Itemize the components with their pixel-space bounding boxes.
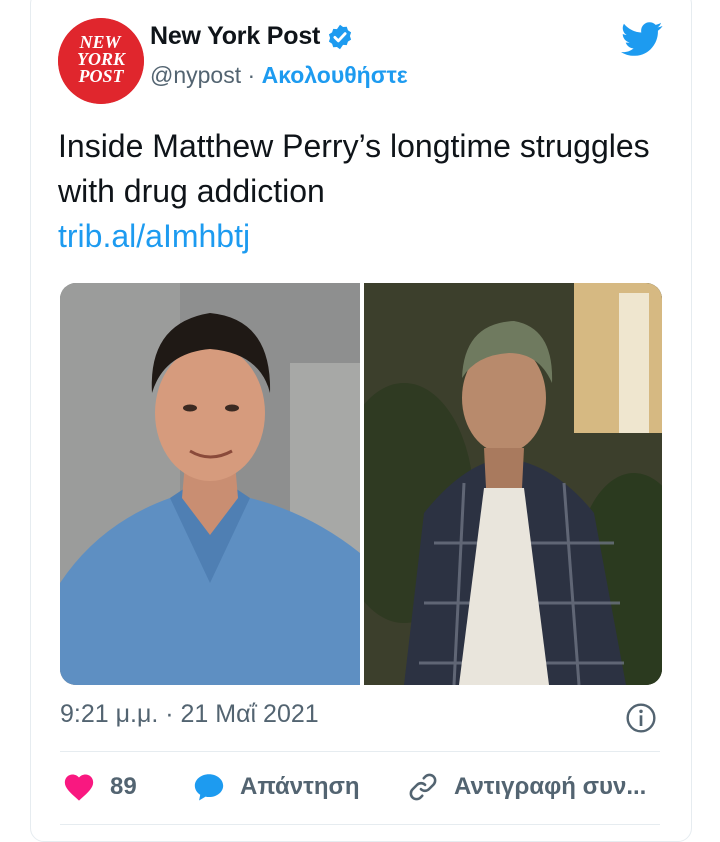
copy-link-label: Αντιγραφή συν... <box>454 773 647 800</box>
heart-icon <box>64 774 94 801</box>
reply-label: Απάντηση <box>240 773 360 800</box>
author-name[interactable]: New York Post <box>150 22 320 51</box>
photo-right[interactable] <box>364 283 662 685</box>
nypost-avatar[interactable]: NEW YORK POST <box>58 18 144 104</box>
tweet-actions: 89 Απάντηση Αντιγραφή συν... <box>60 770 680 810</box>
info-icon[interactable] <box>625 702 657 734</box>
tweet-body: Inside Matthew Perry’s longtime struggle… <box>58 128 650 209</box>
bottom-divider <box>60 824 660 825</box>
reply-button[interactable]: Απάντηση <box>192 770 360 804</box>
follow-link[interactable]: Ακολουθήστε <box>262 62 408 88</box>
tweet-media[interactable] <box>60 283 662 685</box>
handle-row: @nypost · Ακολουθήστε <box>150 62 408 89</box>
verified-badge-icon <box>329 24 352 49</box>
tweet-link[interactable]: trib.al/aImhbtj <box>58 214 658 259</box>
tweet-text: Inside Matthew Perry’s longtime struggle… <box>58 124 658 259</box>
author-handle[interactable]: @nypost <box>150 62 241 88</box>
reply-bubble-icon <box>194 774 224 801</box>
avatar-logo-line-3: POST <box>78 66 125 86</box>
like-button[interactable]: 89 <box>62 770 137 804</box>
photo-left[interactable] <box>60 283 360 685</box>
handle-separator: · <box>241 62 262 88</box>
tweet-timestamp[interactable]: 9:21 μ.μ. · 21 Μαΐ 2021 <box>60 700 319 729</box>
twitter-bird-icon[interactable] <box>621 18 663 60</box>
like-count: 89 <box>110 773 137 800</box>
link-icon <box>409 773 437 801</box>
author-name-row[interactable]: New York Post <box>150 22 354 51</box>
divider <box>60 751 660 752</box>
copy-link-button[interactable]: Αντιγραφή συν... <box>406 770 646 804</box>
